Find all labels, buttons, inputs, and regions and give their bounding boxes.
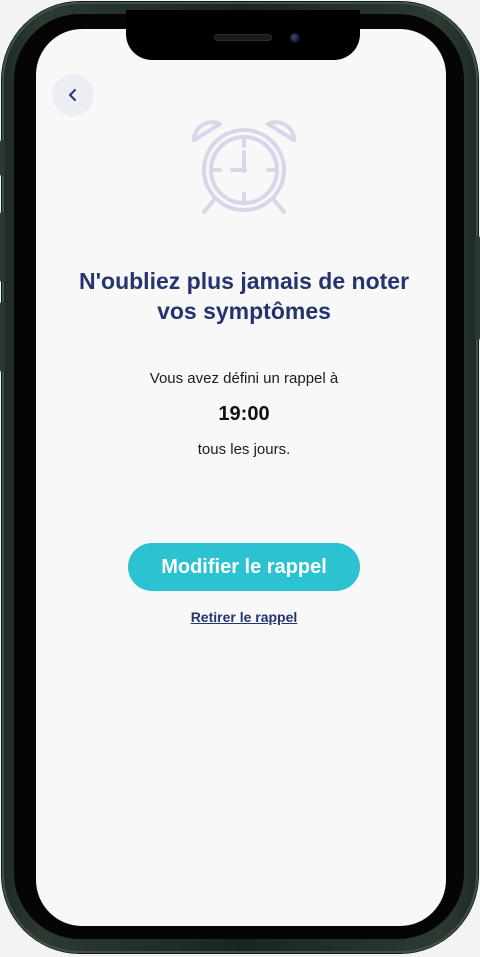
side-button	[0, 212, 5, 282]
reminder-time: 19:00	[218, 403, 270, 425]
side-button	[0, 140, 5, 176]
reminder-frequency-text: tous les jours.	[197, 441, 291, 458]
reminder-intro-text: Vous avez défini un rappel à	[149, 370, 339, 387]
page-title: N'oubliez plus jamais de noter vos sympt…	[60, 266, 428, 326]
front-camera	[290, 33, 300, 43]
device-mockup: N'oubliez plus jamais de noter vos sympt…	[0, 0, 480, 957]
modify-reminder-button[interactable]: Modifier le rappel	[128, 543, 360, 591]
chevron-left-icon	[69, 89, 76, 101]
side-button	[0, 302, 5, 372]
remove-reminder-link[interactable]: Retirer le rappel	[128, 609, 360, 625]
speaker-grille	[214, 34, 272, 41]
title-line-1: N'oubliez plus jamais de noter	[78, 268, 410, 294]
alarm-clock-icon	[192, 120, 296, 214]
title-line-2: vos symptômes	[157, 298, 331, 324]
back-button[interactable]	[52, 74, 94, 116]
side-button	[475, 236, 480, 340]
